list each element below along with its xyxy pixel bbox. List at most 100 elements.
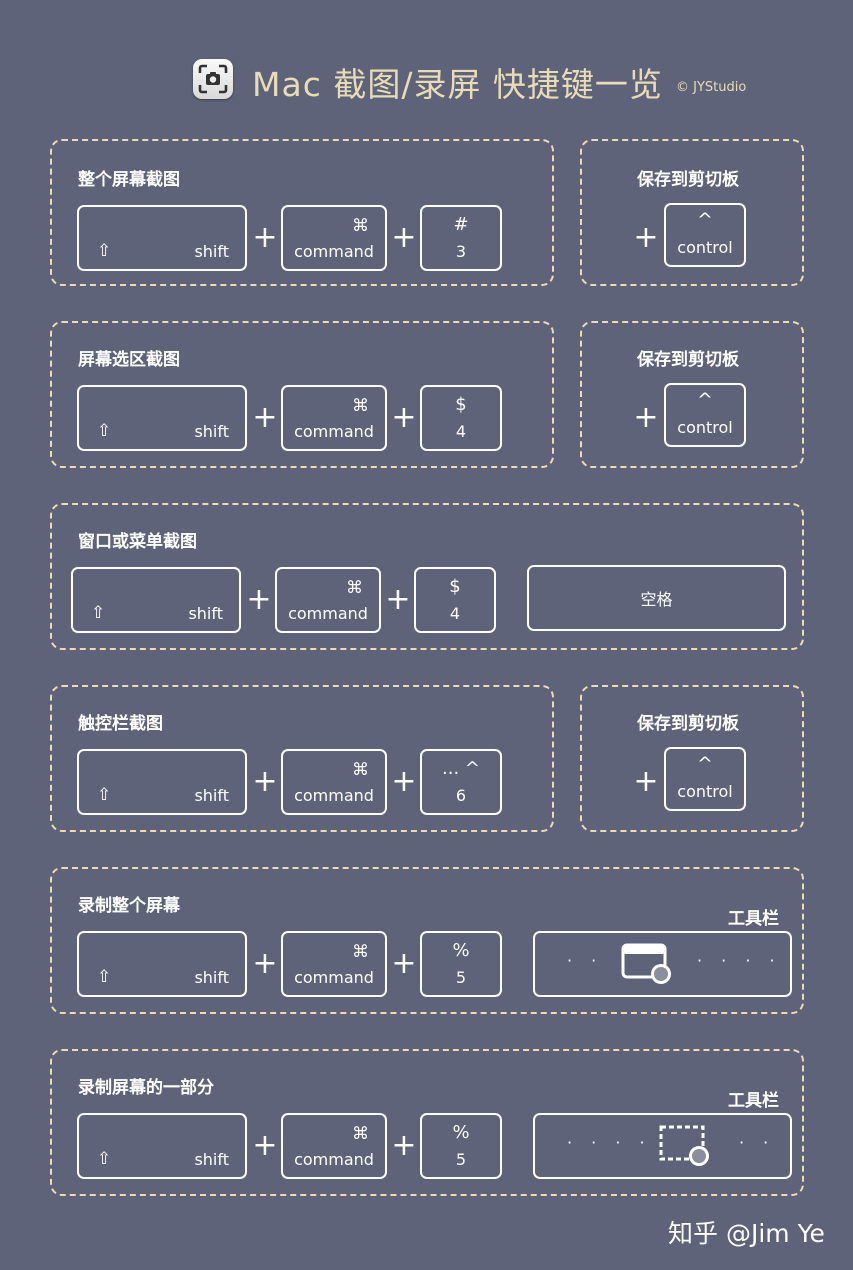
clipboard-title: 保存到剪切板 <box>637 350 739 370</box>
key-symbol: % <box>452 940 470 961</box>
page-title: Mac 截图/录屏 快捷键一览 <box>252 65 663 104</box>
key-label: 4 <box>449 604 461 623</box>
key-label: command <box>294 242 374 261</box>
control-key: ^ control <box>664 203 746 267</box>
watermark: 知乎 @Jim Ye <box>668 1219 825 1248</box>
shift-key: ⇧ shift <box>77 749 247 815</box>
key-label: control <box>677 418 733 437</box>
shift-key: ⇧ shift <box>71 567 241 633</box>
number-key-6: ... ^ 6 <box>420 749 502 815</box>
key-symbol: $ <box>455 394 467 415</box>
number-key-4: $ 4 <box>414 567 496 633</box>
number-key-5: % 5 <box>420 1113 502 1179</box>
plus-sign: + <box>252 400 278 435</box>
key-label: command <box>294 968 374 987</box>
key-label: 4 <box>455 422 467 441</box>
plus-sign: + <box>391 764 417 799</box>
key-label: shift <box>194 968 229 987</box>
control-icon: ^ <box>697 753 713 775</box>
plus-sign: + <box>633 764 659 799</box>
toolbar-dots: · · · · <box>697 951 782 970</box>
section-title: 整个屏幕截图 <box>78 170 180 190</box>
plus-sign: + <box>252 946 278 981</box>
key-label: shift <box>194 422 229 441</box>
record-entire-screen-icon[interactable] <box>621 943 673 989</box>
space-key: 空格 <box>527 565 786 631</box>
plus-sign: + <box>633 220 659 255</box>
toolbar-label: 工具栏 <box>728 1091 779 1111</box>
command-icon: ⌘ <box>346 578 363 598</box>
plus-sign: + <box>391 400 417 435</box>
section-title: 触控栏截图 <box>78 714 163 734</box>
command-key: ⌘ command <box>281 385 387 451</box>
panel-selection-capture: 屏幕选区截图 ⇧ shift + ⌘ command + $ 4 <box>50 321 554 468</box>
key-symbol: ... ^ <box>442 758 480 779</box>
plus-sign: + <box>252 1128 278 1163</box>
panel-touchbar-capture: 触控栏截图 ⇧ shift + ⌘ command + ... ^ 6 <box>50 685 554 832</box>
key-label: command <box>294 786 374 805</box>
key-label: control <box>677 238 733 257</box>
key-label: command <box>294 422 374 441</box>
panel-clipboard-1: 保存到剪切板 + ^ control <box>580 139 804 286</box>
shift-key: ⇧ shift <box>77 205 247 271</box>
section-title: 屏幕选区截图 <box>78 350 180 370</box>
key-label: shift <box>188 604 223 623</box>
shift-icon: ⇧ <box>97 421 112 441</box>
header: Mac 截图/录屏 快捷键一览 © JYStudio <box>0 56 853 106</box>
panel-record-fullscreen: 录制整个屏幕 ⇧ shift + ⌘ command + % 5 工具栏 · ·… <box>50 867 804 1014</box>
control-icon: ^ <box>697 209 713 231</box>
toolbar-dots: · · · · <box>567 1133 652 1152</box>
panel-record-selection: 录制屏幕的一部分 ⇧ shift + ⌘ command + % 5 工具栏 ·… <box>50 1049 804 1196</box>
command-icon: ⌘ <box>352 1124 369 1144</box>
command-icon: ⌘ <box>352 942 369 962</box>
shift-icon: ⇧ <box>97 967 112 987</box>
panel-fullscreen-capture: 整个屏幕截图 ⇧ shift + ⌘ command + # 3 <box>50 139 554 286</box>
control-key: ^ control <box>664 747 746 811</box>
shift-icon: ⇧ <box>97 241 112 261</box>
plus-sign: + <box>391 220 417 255</box>
shift-key: ⇧ shift <box>77 385 247 451</box>
command-key: ⌘ command <box>281 205 387 271</box>
screenshot-app-icon <box>193 59 233 99</box>
shift-icon: ⇧ <box>91 603 106 623</box>
key-label: shift <box>194 1150 229 1169</box>
key-symbol: $ <box>449 576 461 597</box>
clipboard-title: 保存到剪切板 <box>637 714 739 734</box>
shift-key: ⇧ shift <box>77 931 247 997</box>
shift-key: ⇧ shift <box>77 1113 247 1179</box>
section-title: 录制整个屏幕 <box>78 896 180 916</box>
panel-clipboard-2: 保存到剪切板 + ^ control <box>580 321 804 468</box>
key-label: 5 <box>455 1150 467 1169</box>
section-title: 窗口或菜单截图 <box>78 532 197 552</box>
command-icon: ⌘ <box>352 216 369 236</box>
key-label: 3 <box>455 242 467 261</box>
record-selected-portion-icon[interactable] <box>659 1125 711 1171</box>
key-label: 空格 <box>640 590 673 609</box>
plus-sign: + <box>385 582 411 617</box>
control-icon: ^ <box>697 389 713 411</box>
command-icon: ⌘ <box>352 760 369 780</box>
toolbar-dots: · · <box>567 951 604 970</box>
toolbar-label: 工具栏 <box>728 909 779 929</box>
number-key-5: % 5 <box>420 931 502 997</box>
panel-window-capture: 窗口或菜单截图 ⇧ shift + ⌘ command + $ 4 空格 <box>50 503 804 650</box>
command-key: ⌘ command <box>281 1113 387 1179</box>
number-key-4: $ 4 <box>420 385 502 451</box>
key-label: control <box>677 782 733 801</box>
panel-clipboard-4: 保存到剪切板 + ^ control <box>580 685 804 832</box>
plus-sign: + <box>391 946 417 981</box>
toolbar-dots: · · <box>739 1133 776 1152</box>
section-title: 录制屏幕的一部分 <box>78 1078 214 1098</box>
command-key: ⌘ command <box>281 931 387 997</box>
key-symbol: % <box>452 1122 470 1143</box>
plus-sign: + <box>252 764 278 799</box>
key-symbol: # <box>453 214 469 235</box>
clipboard-title: 保存到剪切板 <box>637 170 739 190</box>
control-key: ^ control <box>664 383 746 447</box>
command-icon: ⌘ <box>352 396 369 416</box>
shift-icon: ⇧ <box>97 785 112 805</box>
key-label: 6 <box>455 786 467 805</box>
key-label: shift <box>194 242 229 261</box>
key-label: command <box>294 1150 374 1169</box>
key-label: shift <box>194 786 229 805</box>
